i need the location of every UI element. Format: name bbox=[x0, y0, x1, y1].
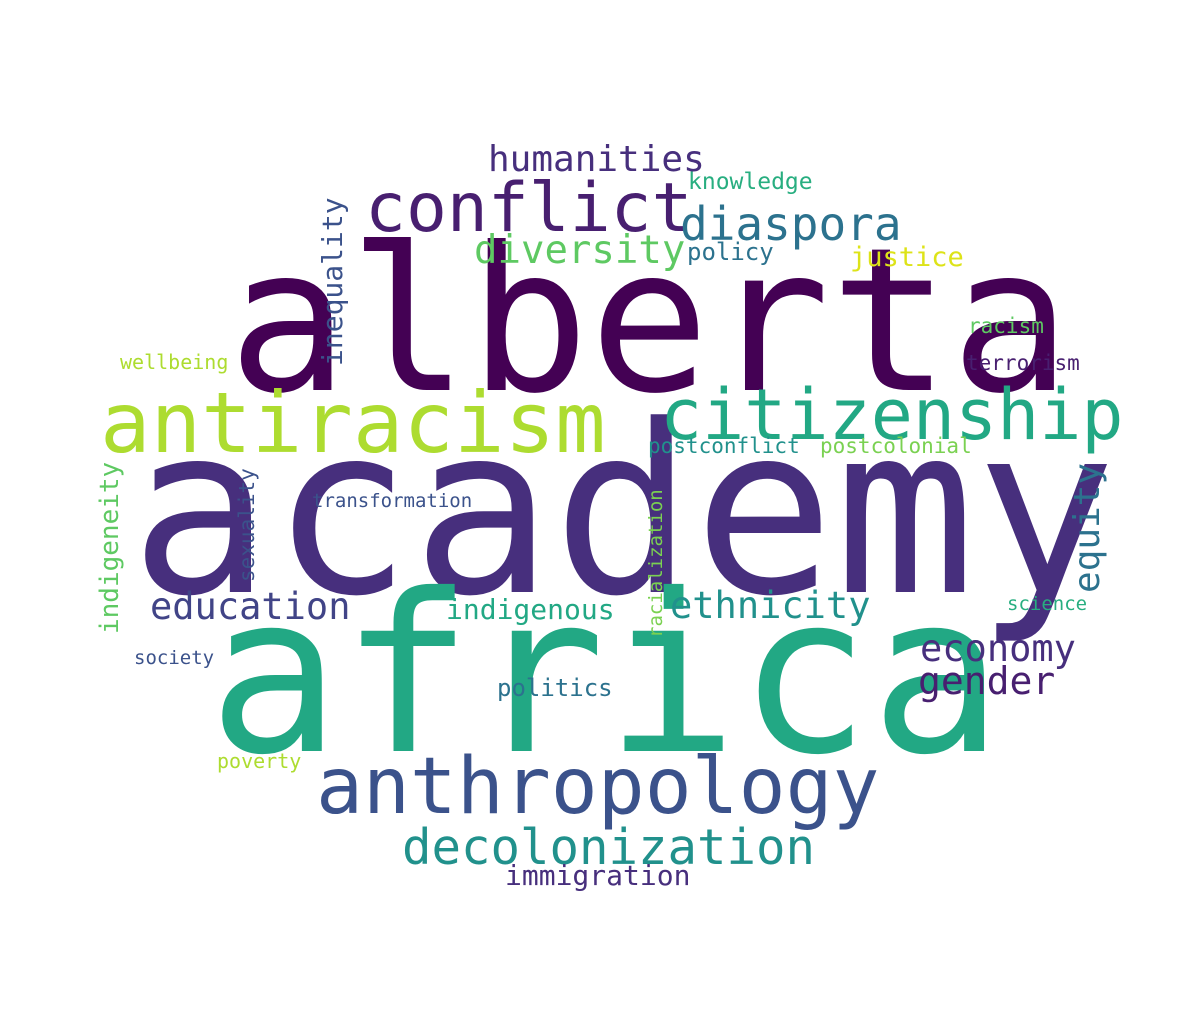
word-postconflict: postconflict bbox=[648, 434, 800, 458]
word-wellbeing: wellbeing bbox=[120, 350, 229, 374]
word-policy: policy bbox=[687, 238, 774, 266]
word-antiracism: antiracism bbox=[100, 374, 606, 472]
word-postcolonial: postcolonial bbox=[820, 434, 972, 458]
word-immigration: immigration bbox=[505, 859, 691, 892]
word-science: science bbox=[1007, 593, 1088, 615]
word-inequality: inequality bbox=[316, 197, 349, 366]
word-terrorism: terrorism bbox=[966, 351, 1080, 375]
word-cloud: alberta academy africa anthropology anti… bbox=[0, 0, 1190, 1028]
word-anthropology: anthropology bbox=[316, 742, 880, 832]
word-society: society bbox=[134, 647, 215, 669]
word-indigenous: indigenous bbox=[446, 593, 615, 626]
word-racism: racism bbox=[968, 314, 1044, 338]
word-ethnicity: ethnicity bbox=[670, 584, 871, 627]
word-racialization: racialization bbox=[645, 489, 667, 638]
word-politics: politics bbox=[497, 674, 613, 702]
word-knowledge: knowledge bbox=[688, 169, 813, 195]
word-sexuality: sexuality bbox=[235, 468, 259, 582]
word-transformation: transformation bbox=[312, 490, 473, 512]
word-humanities: humanities bbox=[488, 139, 705, 180]
word-education: education bbox=[150, 585, 351, 628]
word-justice: justice bbox=[850, 242, 964, 273]
word-indigeneity: indigeneity bbox=[95, 461, 125, 634]
word-equity: equity bbox=[1067, 462, 1108, 593]
word-poverty: poverty bbox=[217, 749, 302, 773]
word-diversity: diversity bbox=[474, 228, 686, 273]
word-gender: gender bbox=[918, 659, 1056, 703]
